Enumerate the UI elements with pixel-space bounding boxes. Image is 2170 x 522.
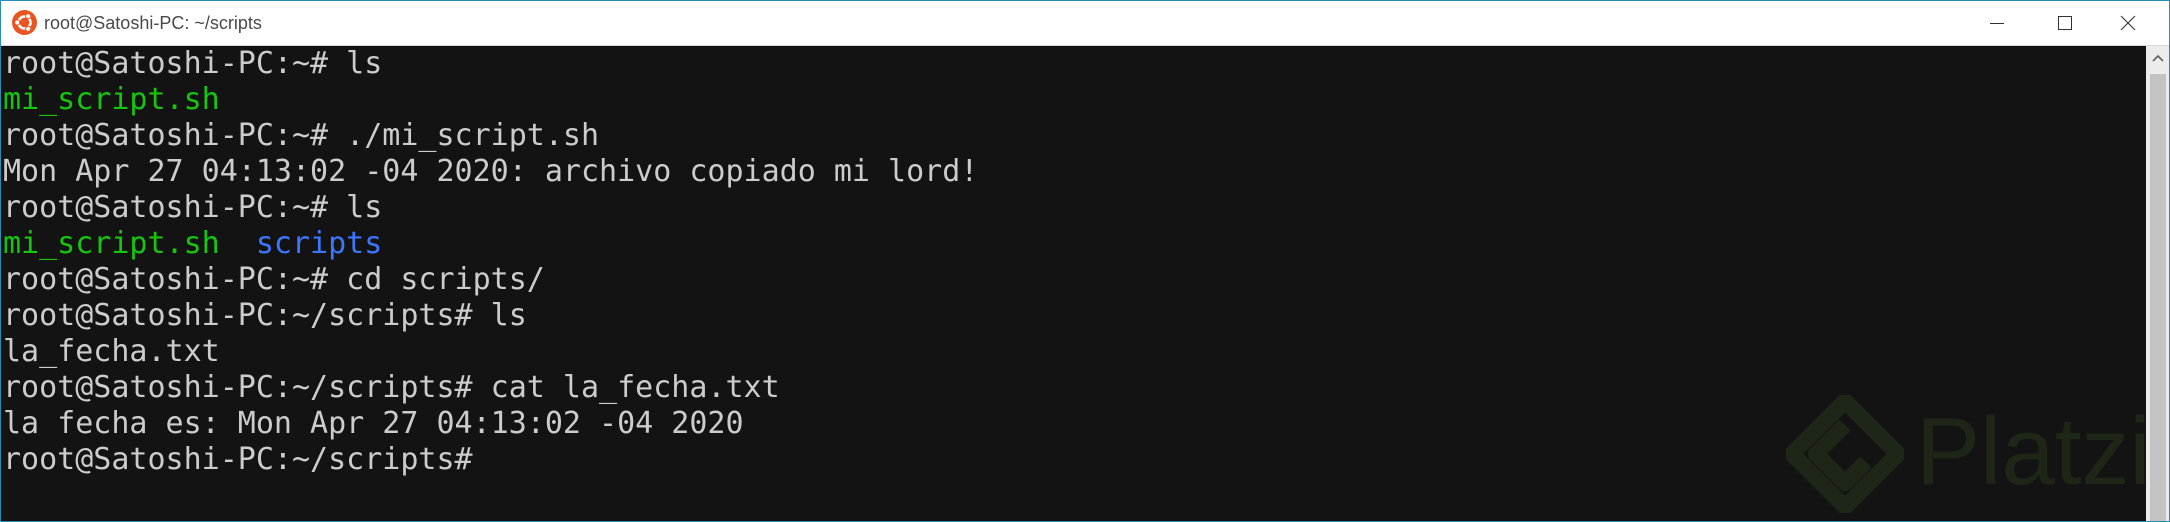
terminal-text: root@Satoshi-PC:~# ./mi_script.sh <box>3 118 600 153</box>
close-icon <box>2120 15 2136 31</box>
terminal-line: root@Satoshi-PC:~# ./mi_script.sh <box>1 118 2145 154</box>
executable-file-name: mi_script.sh <box>3 82 220 117</box>
watermark-text: Platzi <box>1916 398 2151 505</box>
terminal-window: root@Satoshi-PC: ~/scripts root@Satoshi-… <box>0 0 2170 522</box>
minimize-icon <box>1990 23 2004 24</box>
terminal-line: root@Satoshi-PC:~# ls <box>1 190 2145 226</box>
terminal-text: root@Satoshi-PC:~# ls <box>3 190 383 225</box>
platzi-watermark: Platzi <box>1786 393 2151 515</box>
maximize-button[interactable] <box>2032 1 2098 45</box>
terminal-text: root@Satoshi-PC:~/scripts# cat la_fecha.… <box>3 370 780 405</box>
directory-name: scripts <box>255 226 383 261</box>
terminal-line: root@Satoshi-PC:~# ls <box>1 46 2145 82</box>
terminal-text: root@Satoshi-PC:~/scripts# ls <box>3 298 527 333</box>
terminal-line: la_fecha.txt <box>1 334 2145 370</box>
scroll-up-button[interactable] <box>2146 46 2169 70</box>
platzi-logo-icon <box>1786 395 1904 513</box>
title-bar[interactable]: root@Satoshi-PC: ~/scripts <box>1 1 2169 46</box>
terminal-text: root@Satoshi-PC:~# cd scripts/ <box>3 262 545 297</box>
terminal-line: mi_script.sh scripts <box>1 226 2145 262</box>
terminal-line: root@Satoshi-PC:~/scripts# ls <box>1 298 2145 334</box>
scrollbar-thumb[interactable] <box>2150 74 2166 521</box>
terminal-line: root@Satoshi-PC:~# cd scripts/ <box>1 262 2145 298</box>
terminal-line: Mon Apr 27 04:13:02 -04 2020: archivo co… <box>1 154 2145 190</box>
executable-file-name: mi_script.sh <box>3 226 220 261</box>
ubuntu-icon[interactable] <box>12 10 37 35</box>
terminal-text: root@Satoshi-PC:~/scripts# <box>3 442 473 477</box>
close-button[interactable] <box>2095 1 2161 45</box>
terminal-text: root@Satoshi-PC:~# ls <box>3 46 383 81</box>
terminal-text: Mon Apr 27 04:13:02 -04 2020: archivo co… <box>3 154 979 189</box>
terminal-line: mi_script.sh <box>1 82 2145 118</box>
terminal-text: la_fecha.txt <box>3 334 220 369</box>
chevron-up-icon <box>2152 54 2164 62</box>
minimize-button[interactable] <box>1964 1 2030 45</box>
window-title: root@Satoshi-PC: ~/scripts <box>44 13 262 33</box>
maximize-icon <box>2058 16 2072 30</box>
terminal-text: la fecha es: Mon Apr 27 04:13:02 -04 202… <box>3 406 744 441</box>
